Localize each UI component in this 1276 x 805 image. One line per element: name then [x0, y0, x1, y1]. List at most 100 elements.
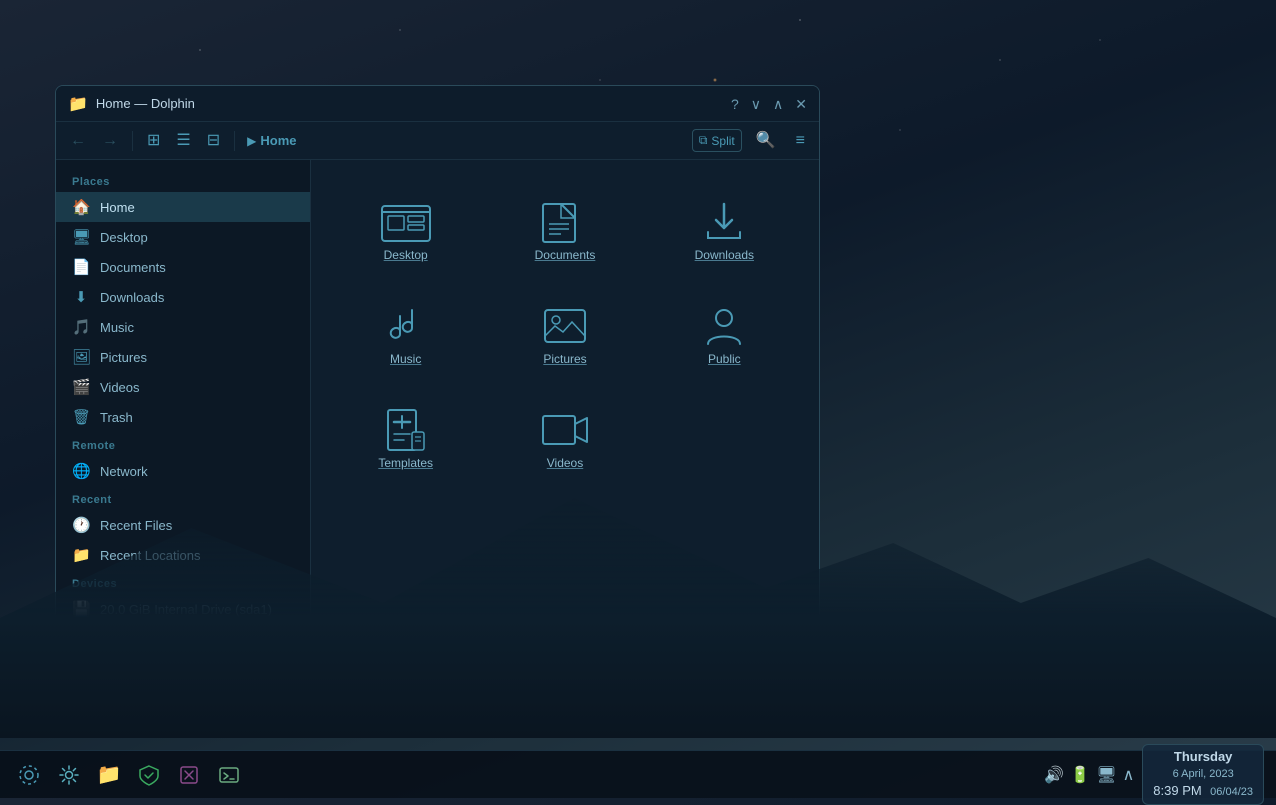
view-icons-button[interactable]: ⊞ — [141, 129, 166, 153]
datetime-day: Thursday — [1153, 749, 1253, 764]
file-item-templates[interactable]: Templates — [331, 388, 480, 482]
folder-count: 8 Folders — [68, 630, 114, 642]
taskbar-task-icon[interactable] — [172, 758, 206, 792]
file-item-music[interactable]: Music — [331, 284, 480, 378]
zoom-label: Zoom: — [359, 630, 390, 642]
display-icon[interactable]: 🖥 — [1096, 765, 1116, 785]
sidebar-item-drive-label: 20.0 GiB Internal Drive (sda1) — [100, 602, 272, 617]
places-label: Places — [56, 168, 310, 192]
datetime-fulldate: 6 April, 2023 — [1153, 764, 1253, 782]
sidebar-item-documents[interactable]: 📄 Documents — [56, 252, 310, 282]
downloads-label: Downloads — [695, 248, 754, 262]
title-bar-left: 📁 Home — Dolphin — [68, 94, 195, 114]
forward-button[interactable]: → — [96, 129, 124, 153]
toolbar-separator-1 — [132, 131, 133, 151]
music-folder-icon — [380, 300, 432, 352]
sidebar-item-videos[interactable]: 🎬 Videos — [56, 372, 310, 402]
sidebar-item-desktop[interactable]: 🖥 Desktop — [56, 222, 310, 252]
drive-icon: 💾 — [72, 600, 90, 618]
breadcrumb-home[interactable]: Home — [260, 133, 296, 148]
network-icon: 🌐 — [72, 462, 90, 480]
sidebar-item-music-label: Music — [100, 320, 134, 335]
status-bar: 8 Folders Zoom: 14.1 GiB free — [56, 621, 819, 649]
file-item-public[interactable]: Public — [650, 284, 799, 378]
videos-label: Videos — [547, 456, 583, 470]
sidebar-item-recent-files[interactable]: 🕐 Recent Files — [56, 510, 310, 540]
recent-files-icon: 🕐 — [72, 516, 90, 534]
day-label: Thursday — [1174, 749, 1233, 764]
desktop-folder-icon — [380, 196, 432, 248]
public-label: Public — [708, 352, 741, 366]
main-area: Places 🏠 Home 🖥 Desktop 📄 Documents ⬇ Do… — [56, 160, 819, 621]
taskbar-tray: 🔊 🔋 🖥 ∧ — [1044, 765, 1134, 785]
music-label: Music — [390, 352, 421, 366]
back-button[interactable]: ← — [64, 129, 92, 153]
file-item-desktop[interactable]: Desktop — [331, 180, 480, 274]
search-button[interactable]: 🔍 — [750, 129, 782, 153]
split-label: Split — [711, 134, 734, 148]
datetime-box[interactable]: Thursday 6 April, 2023 8:39 PM 06/04/23 — [1142, 744, 1264, 805]
volume-icon[interactable]: 🔊 — [1044, 765, 1064, 785]
pictures-folder-icon — [539, 300, 591, 352]
toolbar-separator-2 — [234, 131, 235, 151]
split-icon: ⧉ — [699, 133, 708, 148]
sidebar-item-trash[interactable]: 🗑 Trash — [56, 402, 310, 432]
shield-svg-icon — [138, 764, 160, 786]
taskbar-gear-icon[interactable] — [52, 758, 86, 792]
toolbar-right: ⧉ Split 🔍 ≡ — [692, 129, 811, 153]
terminal-svg-icon — [218, 764, 240, 786]
file-item-videos[interactable]: Videos — [490, 388, 639, 482]
sidebar-item-downloads-label: Downloads — [100, 290, 164, 305]
sidebar-item-network[interactable]: 🌐 Network — [56, 456, 310, 486]
sidebar-item-recent-locations[interactable]: 📁 Recent Locations — [56, 540, 310, 570]
sidebar-item-music[interactable]: 🎵 Music — [56, 312, 310, 342]
dolphin-window: 📁 Home — Dolphin ? ∨ ∧ ✕ ← → ⊞ ☰ ⊟ ▶ Hom… — [55, 85, 820, 650]
sidebar-item-pictures[interactable]: 🖼 Pictures — [56, 342, 310, 372]
taskbar-shield-icon[interactable] — [132, 758, 166, 792]
file-item-pictures[interactable]: Pictures — [490, 284, 639, 378]
downloads-icon: ⬇ — [72, 288, 90, 306]
sidebar-item-documents-label: Documents — [100, 260, 166, 275]
battery-icon[interactable]: 🔋 — [1070, 765, 1090, 785]
chevron-icon[interactable]: ∧ — [1123, 765, 1135, 785]
maximize-button[interactable]: ∧ — [773, 97, 783, 111]
zoom-container: Zoom: — [122, 630, 734, 642]
recent-label: Recent — [56, 486, 310, 510]
sidebar-item-internal-drive[interactable]: 💾 20.0 GiB Internal Drive (sda1) — [56, 594, 310, 621]
taskbar: 📁 🔊 🔋 🖥 ∧ — [0, 750, 1276, 798]
window-icon: 📁 — [68, 94, 88, 114]
sidebar-item-downloads[interactable]: ⬇ Downloads — [56, 282, 310, 312]
menu-button[interactable]: ≡ — [790, 129, 811, 153]
file-item-downloads[interactable]: Downloads — [650, 180, 799, 274]
file-item-documents[interactable]: Documents — [490, 180, 639, 274]
gear-svg-icon — [58, 764, 80, 786]
templates-label: Templates — [378, 456, 433, 470]
documents-folder-icon — [539, 196, 591, 248]
taskbar-system-icon[interactable] — [12, 758, 46, 792]
devices-label: Devices — [56, 570, 310, 594]
file-area: Desktop Documents — [311, 160, 819, 621]
split-button[interactable]: ⧉ Split — [692, 129, 742, 152]
view-detail-button[interactable]: ⊟ — [201, 129, 226, 153]
desktop-label: Desktop — [384, 248, 428, 262]
sidebar-item-recent-locations-label: Recent Locations — [100, 548, 200, 563]
close-button[interactable]: ✕ — [795, 97, 807, 111]
view-list-button[interactable]: ☰ — [170, 129, 196, 153]
title-bar: 📁 Home — Dolphin ? ∨ ∧ ✕ — [56, 86, 819, 122]
minimize-button[interactable]: ∨ — [751, 97, 761, 111]
datetime-time-row: 8:39 PM 06/04/23 — [1153, 782, 1253, 800]
taskbar-files-icon[interactable]: 📁 — [92, 758, 126, 792]
zoom-thumb — [425, 630, 437, 642]
remote-label: Remote — [56, 432, 310, 456]
sidebar-item-home[interactable]: 🏠 Home — [56, 192, 310, 222]
videos-folder-icon — [539, 404, 591, 456]
music-icon: 🎵 — [72, 318, 90, 336]
sidebar-item-videos-label: Videos — [100, 380, 140, 395]
taskbar-terminal-icon[interactable] — [212, 758, 246, 792]
help-button[interactable]: ? — [731, 97, 739, 111]
home-icon: 🏠 — [72, 198, 90, 216]
zoom-slider[interactable] — [397, 634, 497, 638]
system-svg-icon — [18, 764, 40, 786]
zoom-track — [397, 634, 427, 638]
sidebar-item-pictures-label: Pictures — [100, 350, 147, 365]
